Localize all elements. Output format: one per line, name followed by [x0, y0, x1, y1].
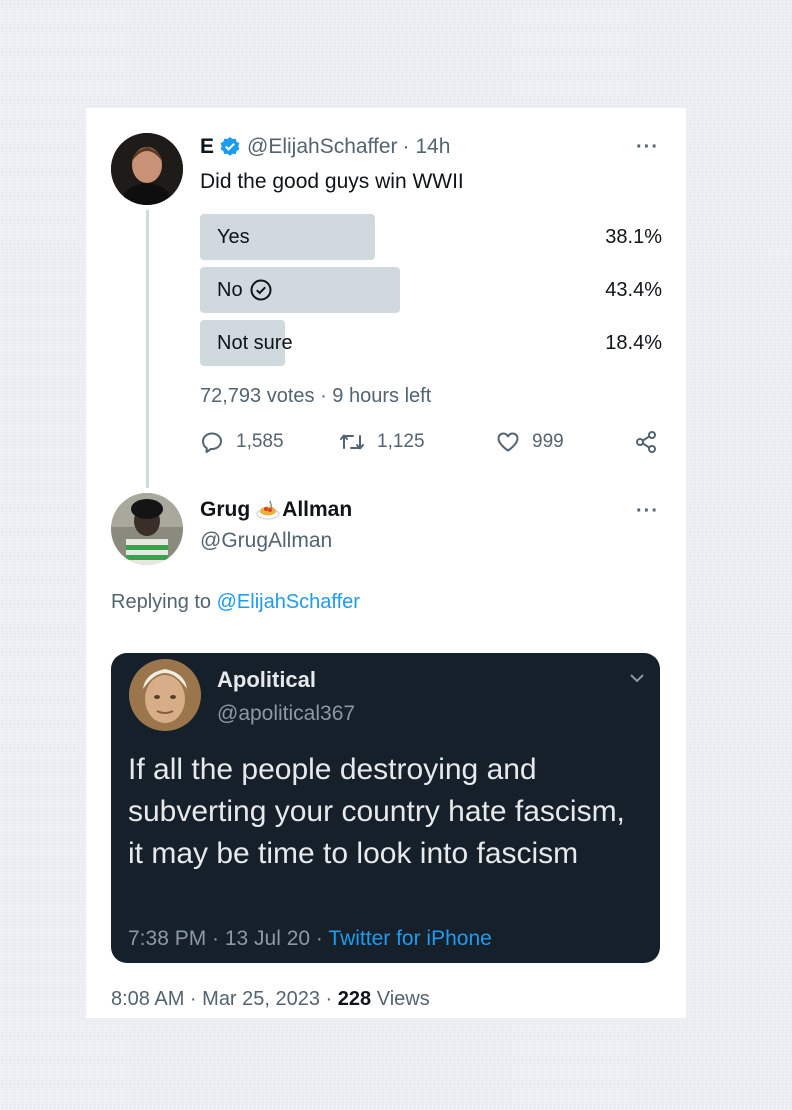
share-icon [636, 431, 656, 453]
quote-text: If all the people destroying and subvert… [128, 753, 625, 870]
poll-option-label: No [217, 279, 243, 301]
heart-icon [497, 432, 519, 452]
like-button[interactable]: 999 [496, 430, 564, 454]
author-name[interactable]: E [200, 135, 214, 159]
reply-author-row: Grug Allman [200, 498, 352, 522]
poll-option-no[interactable]: No 43.4% [200, 267, 662, 315]
retweet-count: 1,125 [377, 431, 425, 452]
poll-option-yes[interactable]: Yes 38.1% [200, 214, 662, 262]
retweet-icon [340, 434, 364, 450]
avatar-image [111, 493, 183, 565]
poll-option-percent: 18.4% [605, 332, 662, 354]
like-count: 999 [532, 431, 564, 452]
poll-option-percent: 43.4% [605, 279, 662, 301]
reply-count: 1,585 [236, 431, 284, 452]
replying-handle-link[interactable]: @ElijahSchaffer [217, 591, 360, 613]
poll-meta: 72,793 votes · 9 hours left [200, 385, 432, 407]
replying-prefix: Replying to [111, 591, 212, 613]
tweet-time[interactable]: · 14h [403, 135, 451, 159]
views-label: Views [376, 988, 430, 1010]
replying-to: Replying to @ElijahSchaffer [111, 591, 360, 614]
reply-avatar[interactable] [111, 493, 183, 565]
reply-author-last[interactable]: Allman [282, 498, 352, 522]
share-button[interactable] [634, 430, 670, 454]
poll-option-label: Yes [217, 226, 250, 248]
retweet-button[interactable]: 1,125 [339, 430, 425, 454]
reply-footer: 8:08 AM · Mar 25, 2023 · 228 Views [111, 988, 430, 1011]
avatar-image [111, 133, 183, 205]
author-handle[interactable]: @ElijahSchaffer [247, 135, 398, 159]
views-count: 228 [337, 988, 372, 1010]
spaghetti-emoji-icon [256, 499, 280, 521]
poll-option-label-wrap: No [217, 267, 272, 313]
reply-button[interactable]: 1,585 [200, 430, 284, 454]
check-circle-icon [250, 279, 272, 301]
avatar-image [129, 659, 201, 731]
thread-line [146, 210, 149, 488]
tweet-actions: 1,585 1,125 999 [200, 430, 666, 460]
quote-author-name: Apolitical [217, 667, 317, 692]
tweet-text: Did the good guys win WWII [200, 170, 464, 193]
quote-time: 7:38 PM · 13 Jul 20 · [128, 927, 323, 950]
poll-option-not-sure[interactable]: Not sure 18.4% [200, 320, 662, 368]
avatar[interactable] [111, 133, 183, 205]
reply-icon [202, 432, 222, 453]
poll-option-percent: 38.1% [605, 226, 662, 248]
verified-badge-icon [219, 136, 241, 158]
chevron-down-icon [629, 671, 645, 689]
quote-avatar [129, 659, 201, 731]
reply-author-handle[interactable]: @GrugAllman [200, 529, 332, 553]
quote-footer: 7:38 PM · 13 Jul 20 · Twitter for iPhone [128, 927, 492, 951]
tweet-card: E @ElijahSchaffer · 14h ··· Did the good… [86, 108, 686, 1018]
tweet-author-row: E @ElijahSchaffer · 14h [200, 135, 450, 159]
reply-more-options-icon[interactable]: ··· [636, 500, 659, 523]
reply-author-first[interactable]: Grug [200, 498, 250, 522]
quote-author-handle: @apolitical367 [217, 702, 356, 725]
more-options-icon[interactable]: ··· [636, 136, 659, 159]
poll-option-label: Not sure [217, 332, 293, 354]
quote-source: Twitter for iPhone [328, 927, 492, 950]
quoted-tweet-image[interactable]: Apolitical @apolitical367 If all the peo… [111, 653, 660, 963]
reply-timestamp[interactable]: 8:08 AM · Mar 25, 2023 · [111, 988, 332, 1010]
